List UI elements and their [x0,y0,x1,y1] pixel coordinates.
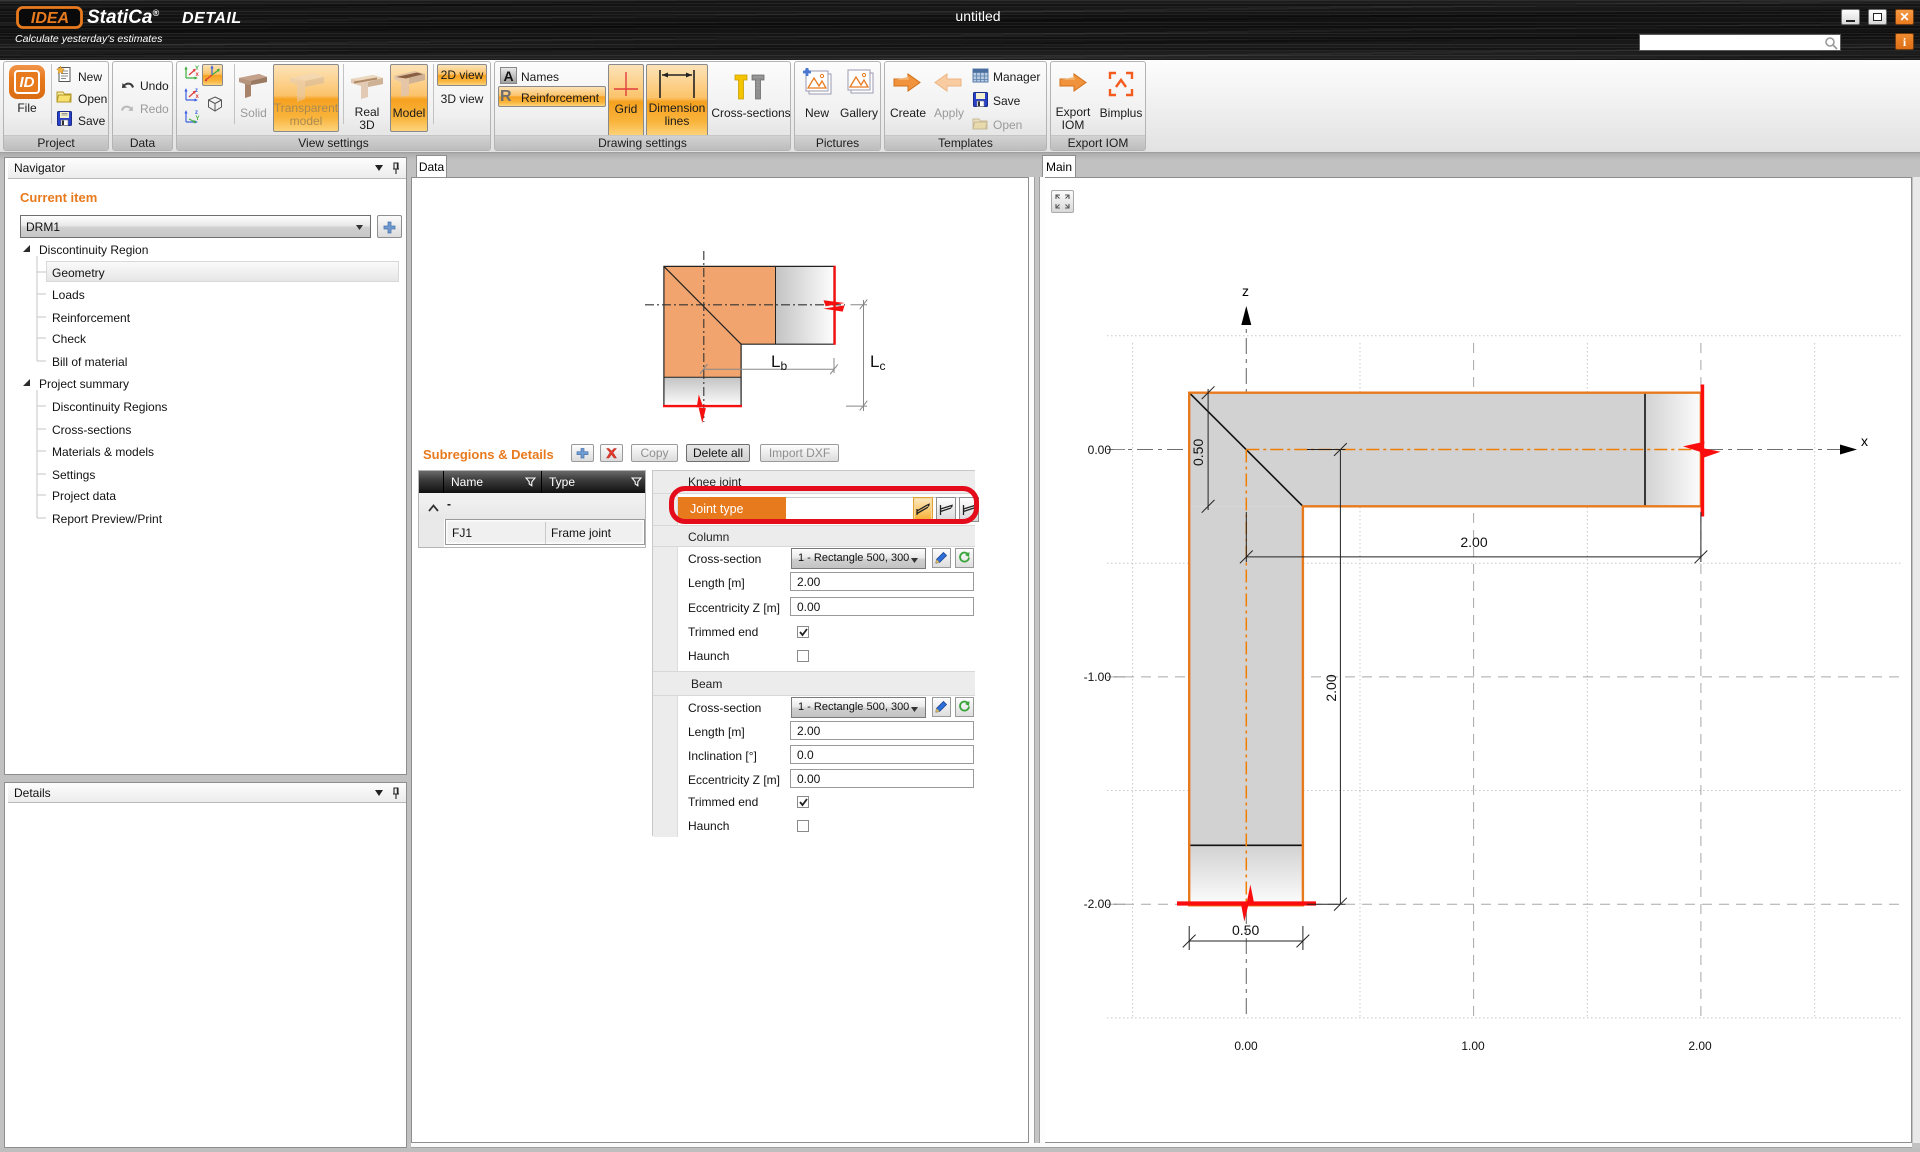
svg-text:0.00: 0.00 [1088,443,1112,457]
svg-text:2.00: 2.00 [1688,1039,1712,1053]
svg-text:x: x [196,72,200,78]
svg-text:1.00: 1.00 [1461,1039,1485,1053]
svg-text:0.00: 0.00 [1234,1039,1258,1053]
svg-text:x: x [1861,433,1868,449]
svg-text:Lc: Lc [870,352,885,373]
svg-text:z: z [1242,283,1249,299]
svg-text:2.00: 2.00 [1323,674,1339,701]
svg-text:-1.00: -1.00 [1084,670,1112,684]
svg-text:2.00: 2.00 [1460,534,1487,550]
svg-text:0.50: 0.50 [1190,439,1206,466]
svg-text:-2.00: -2.00 [1084,897,1112,911]
svg-text:x: x [196,94,200,100]
svg-text:0.50: 0.50 [1232,922,1259,938]
svg-text:Lb: Lb [771,352,787,373]
svg-text:Y: Y [196,116,200,122]
